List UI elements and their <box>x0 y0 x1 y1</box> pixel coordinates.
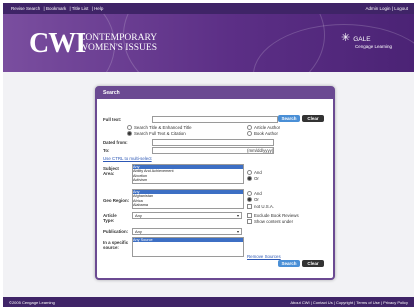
list-item[interactable]: Alabama <box>133 203 243 207</box>
or-label: Or <box>254 197 259 202</box>
subject-or-option[interactable]: Or <box>247 176 259 182</box>
publication-label: Publication: <box>103 229 129 234</box>
footer-links[interactable]: About CWI | Contact Us | Copyright | Ter… <box>290 300 408 305</box>
geo-or-option[interactable]: Or <box>247 197 259 203</box>
remove-sources-link[interactable]: Remove Sources <box>247 254 281 259</box>
checkbox-icon[interactable] <box>247 219 252 225</box>
radio-icon[interactable] <box>247 125 252 131</box>
article-type-value: Any <box>135 213 142 218</box>
publisher-name: GALE <box>353 36 371 43</box>
specific-source-list[interactable]: Any Source <box>132 237 244 257</box>
nav-bookmark[interactable]: Bookmark <box>46 6 66 11</box>
publication-value: Any <box>135 229 142 234</box>
specific-source-label: In a specific source: <box>103 240 129 250</box>
date-format-hint: (mm/dd/yyyy) <box>247 148 274 153</box>
option-title-enhanced-label: Search Title & Enhanced Title <box>134 125 192 130</box>
nav-title-list[interactable]: Title List <box>72 6 89 11</box>
search-panel: Search Full text: Search Clear Search Ti… <box>95 86 335 280</box>
nav-help[interactable]: Help <box>94 6 103 11</box>
radio-icon[interactable] <box>247 170 252 176</box>
show-content-option[interactable]: Show content under <box>247 219 294 225</box>
top-nav-bar: Revise Search | Bookmark | Title List | … <box>3 3 414 14</box>
geo-region-list[interactable]: Any Afghanistan Africa Alabama <box>132 189 244 209</box>
and-label: And <box>254 170 262 175</box>
option-title-enhanced[interactable]: Search Title & Enhanced Title <box>127 125 192 131</box>
search-panel-title: Search <box>97 88 333 99</box>
full-text-label: Full text: <box>103 117 122 122</box>
radio-icon[interactable] <box>247 191 252 197</box>
gale-logo: ✳ GALE Cengage Learning <box>341 31 392 49</box>
search-button-bottom[interactable]: Search <box>278 260 300 267</box>
checkbox-icon[interactable] <box>247 213 252 219</box>
radio-selected-icon[interactable] <box>247 197 252 203</box>
top-nav: Revise Search | Bookmark | Title List | … <box>11 6 104 11</box>
option-book-author[interactable]: Book Author <box>247 131 278 137</box>
checkbox-icon[interactable] <box>247 204 252 210</box>
cwi-logo: CWI <box>29 28 86 59</box>
to-label: To: <box>103 148 110 153</box>
header-banner: CWI CONTEMPORARY WOMEN'S ISSUES ✳ GALE Ce… <box>3 14 414 72</box>
not-usa-label: not U.S.A. <box>254 204 275 209</box>
gale-star-icon: ✳ <box>340 32 351 44</box>
clear-button[interactable]: Clear <box>302 115 324 122</box>
radio-selected-icon[interactable] <box>247 176 252 182</box>
product-name-line2: WOMEN'S ISSUES <box>79 43 157 53</box>
article-type-select[interactable]: Any ▾ <box>132 212 242 219</box>
or-label: Or <box>254 176 259 181</box>
radio-icon[interactable] <box>127 125 132 131</box>
option-full-text[interactable]: Search Full Text & Citation <box>127 131 186 137</box>
clear-button-bottom[interactable]: Clear <box>302 260 324 267</box>
article-type-label: Article Type: <box>103 213 117 223</box>
chevron-down-icon[interactable]: ▾ <box>237 213 239 218</box>
publication-select[interactable]: Any ▾ <box>132 228 242 235</box>
not-usa-option[interactable]: not U.S.A. <box>247 204 275 210</box>
dated-from-input[interactable] <box>152 139 274 146</box>
show-content-label: Show content under <box>254 219 294 224</box>
subject-and-option[interactable]: And <box>247 170 262 176</box>
full-text-input[interactable] <box>152 116 278 123</box>
ctrl-multi-select-hint[interactable]: Use CTRL to multi-select <box>103 156 152 161</box>
product-name-line1: CONTEMPORARY <box>79 33 158 43</box>
option-article-author[interactable]: Article Author <box>247 125 281 131</box>
dated-from-label: Dated from: <box>103 140 128 145</box>
exclude-book-reviews-label: Exclude Book Reviews <box>254 213 299 218</box>
geo-region-label: Geo Region: <box>103 198 130 203</box>
exclude-book-reviews-option[interactable]: Exclude Book Reviews <box>247 213 299 219</box>
chevron-down-icon[interactable]: ▾ <box>237 229 239 234</box>
footer-bar: ©2005 Cengage Learning About CWI | Conta… <box>3 297 414 307</box>
search-button[interactable]: Search <box>278 115 300 122</box>
and-label: And <box>254 191 262 196</box>
admin-login-links[interactable]: Admin Login | Logout <box>366 6 408 11</box>
geo-and-option[interactable]: And <box>247 191 262 197</box>
option-article-author-label: Article Author <box>254 125 281 130</box>
subject-area-list[interactable]: Any Ability And Achievement Abortion Act… <box>132 164 244 184</box>
subject-area-label: Subject Area: <box>103 166 119 176</box>
product-name: CONTEMPORARY WOMEN'S ISSUES <box>79 33 157 53</box>
nav-revise-search[interactable]: Revise Search <box>11 6 40 11</box>
option-book-author-label: Book Author <box>254 131 278 136</box>
option-full-text-label: Search Full Text & Citation <box>134 131 186 136</box>
list-item[interactable]: Activism <box>133 178 243 182</box>
publisher-sub: Cengage Learning <box>354 44 392 49</box>
copyright-text: ©2005 Cengage Learning <box>9 300 55 305</box>
radio-icon[interactable] <box>247 131 252 137</box>
radio-selected-icon[interactable] <box>127 131 132 137</box>
list-item[interactable]: Any Source <box>133 238 243 243</box>
